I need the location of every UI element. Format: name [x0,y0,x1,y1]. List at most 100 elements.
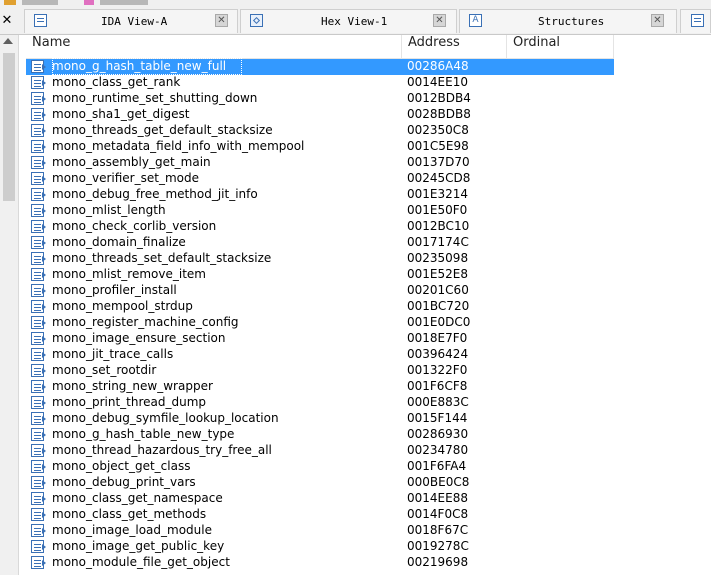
export-address: 0018E7F0 [407,331,468,345]
export-address: 00245CD8 [407,171,471,185]
export-address: 00201C60 [407,283,469,297]
export-address: 0012BDB4 [407,91,471,105]
export-address: 0017174C [407,235,469,249]
table-row[interactable]: mono_module_file_get_object 00219698 [26,555,614,571]
export-name: mono_mlist_length [52,203,166,217]
export-address: 001BC720 [407,299,470,313]
table-row[interactable]: mono_domain_finalize 0017174C [26,235,614,251]
export-address: 00235098 [407,251,469,265]
table-row[interactable]: mono_image_load_module 0018F67C [26,523,614,539]
tab-close-button[interactable]: ✕ [651,14,664,27]
export-name: mono_verifier_set_mode [52,171,199,185]
table-row[interactable]: mono_debug_symfile_lookup_location 0015F1… [26,411,614,427]
table-row[interactable]: mono_thread_hazardous_try_free_all 002347… [26,443,614,459]
table-row[interactable]: mono_check_corlib_version 0012BC10 [26,219,614,235]
table-row[interactable]: mono_sha1_get_digest 0028BDB8 [26,107,614,123]
table-row[interactable]: mono_profiler_install 00201C60 [26,283,614,299]
tab-ida-view-a[interactable]: IDA View-A ✕ [24,9,238,33]
export-name: mono_runtime_set_shutting_down [52,91,258,105]
table-row[interactable]: mono_object_get_class 001F6FA4 [26,459,614,475]
table-row[interactable]: mono_threads_get_default_stacksize 002350… [26,123,614,139]
tab-close-button[interactable]: ✕ [215,14,228,27]
export-name: mono_check_corlib_version [52,219,217,233]
focus-rectangle [52,58,242,75]
export-address: 001F6FA4 [407,459,467,473]
export-name: mono_image_get_public_key [52,539,225,553]
table-row[interactable]: mono_class_get_methods 0014F0C8 [26,507,614,523]
export-address: 0014EE10 [407,75,468,89]
export-name: mono_debug_free_method_jit_info [52,187,258,201]
export-address: 001322F0 [407,363,468,377]
table-row[interactable]: mono_g_hash_table_new_type 00286930 [26,427,614,443]
scroll-up-icon[interactable] [3,38,13,44]
export-function-icon [31,252,46,265]
vertical-scrollbar[interactable] [0,35,19,575]
export-function-icon [31,380,46,393]
export-name: mono_module_file_get_object [52,555,230,569]
table-row[interactable]: mono_mlist_remove_item 001E52E8 [26,267,614,283]
export-function-icon [31,524,46,537]
table-row[interactable]: mono_mlist_length 001E50F0 [26,203,614,219]
tab-bar: ✕ IDA View-A ✕ Hex View-1 ✕ A Structures… [0,8,711,35]
export-address: 001E50F0 [407,203,468,217]
export-function-icon [31,300,46,313]
export-function-icon [31,444,46,457]
close-pane-icon[interactable]: ✕ [0,13,14,31]
export-function-icon [31,76,46,89]
table-row[interactable]: mono_string_new_wrapper 001F6CF8 [26,379,614,395]
export-address: 001E3214 [407,187,469,201]
export-address: 00234780 [407,443,469,457]
export-name: mono_g_hash_table_new_type [52,427,235,441]
table-row[interactable]: mono_debug_free_method_jit_info 001E3214 [26,187,614,203]
column-header-ordinal[interactable]: Ordinal [507,35,614,58]
ida-view-icon [34,14,47,27]
export-function-icon [31,364,46,377]
table-row[interactable]: mono_class_get_namespace 0014EE88 [26,491,614,507]
export-name: mono_string_new_wrapper [52,379,213,393]
table-row[interactable]: mono_jit_trace_calls 00396424 [26,347,614,363]
table-row[interactable]: mono_g_hash_table_new_full 00286A48 [26,58,614,75]
export-function-icon [31,60,46,73]
table-row[interactable]: mono_class_get_rank 0014EE10 [26,75,614,91]
table-row[interactable]: mono_image_ensure_section 0018E7F0 [26,331,614,347]
export-name: mono_assembly_get_main [52,155,211,169]
export-name: mono_image_load_module [52,523,212,537]
table-row[interactable]: mono_threads_set_default_stacksize 002350… [26,251,614,267]
column-header-address[interactable]: Address [402,35,507,58]
export-function-icon [31,332,46,345]
table-row[interactable]: mono_print_thread_dump 000E883C [26,395,614,411]
table-row[interactable]: mono_debug_print_vars 000BE0C8 [26,475,614,491]
table-row[interactable]: mono_set_rootdir 001322F0 [26,363,614,379]
table-row[interactable]: mono_verifier_set_mode 00245CD8 [26,171,614,187]
export-name: mono_print_thread_dump [52,395,207,409]
export-name: mono_threads_get_default_stacksize [52,123,273,137]
export-name: mono_image_ensure_section [52,331,226,345]
export-address: 002350C8 [407,123,469,137]
table-header: Name Address Ordinal [26,35,614,59]
export-function-icon [31,540,46,553]
table-row[interactable]: mono_mempool_strdup 001BC720 [26,299,614,315]
export-name: mono_domain_finalize [52,235,186,249]
table-row[interactable]: mono_metadata_field_info_with_mempool 001… [26,139,614,155]
table-row[interactable]: mono_register_machine_config 001E0DC0 [26,315,614,331]
export-address: 000BE0C8 [407,475,470,489]
table-row[interactable]: mono_runtime_set_shutting_down 0012BDB4 [26,91,614,107]
export-address: 00219698 [407,555,469,569]
export-name: mono_debug_symfile_lookup_location [52,411,279,425]
export-function-icon [31,172,46,185]
export-function-icon [31,556,46,569]
table-row[interactable]: mono_image_get_public_key 0019278C [26,539,614,555]
export-address: 001C5E98 [407,139,469,153]
export-function-icon [31,204,46,217]
column-header-name[interactable]: Name [26,35,402,58]
export-function-icon [31,108,46,121]
export-name: mono_class_get_namespace [52,491,223,505]
export-name: mono_object_get_class [52,459,191,473]
export-address: 0018F67C [407,523,469,537]
tab-structures[interactable]: A Structures ✕ [459,9,677,33]
tab-close-button[interactable]: ✕ [433,14,446,27]
tab-hex-view-1[interactable]: Hex View-1 ✕ [240,9,457,33]
table-row[interactable]: mono_assembly_get_main 00137D70 [26,155,614,171]
scrollbar-thumb[interactable] [3,53,15,201]
tab-next[interactable] [680,9,711,33]
